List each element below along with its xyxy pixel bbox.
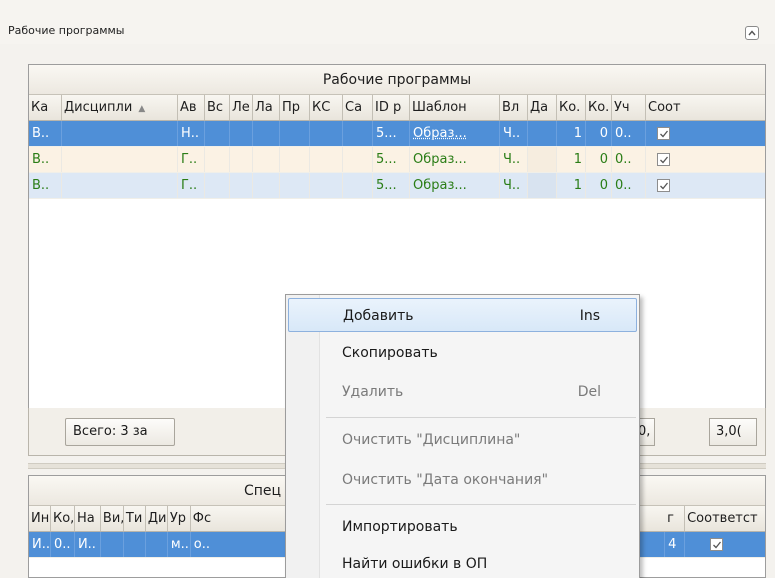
menu-item-import[interactable]: Импортировать [288, 510, 637, 544]
menu-item-delete[interactable]: Удалить Del [288, 375, 637, 409]
menu-item-copy[interactable]: Скопировать [288, 336, 637, 370]
col-header-le[interactable]: Ле [230, 95, 253, 120]
menu-item-add[interactable]: Добавить Ins [288, 298, 637, 332]
menu-separator [326, 417, 636, 418]
menu-item-clear-end-date[interactable]: Очистить "Дата окончания" [288, 463, 637, 497]
checkbox-icon[interactable] [657, 127, 670, 140]
checkbox-icon[interactable] [710, 538, 724, 551]
table-row[interactable]: В.. Г.. 5... Образ... Ч.. 1 0 0.. [29, 147, 765, 173]
col-header-sootv[interactable]: Соот [646, 95, 685, 120]
table-row[interactable]: В.. Г.. 5... Образ... Ч.. 1 0 0.. [29, 173, 765, 199]
col-header[interactable]: Ви, [101, 506, 124, 531]
col-header-discipline[interactable]: Дисципли ▲ [62, 95, 178, 120]
col-header-ks[interactable]: КС [310, 95, 343, 120]
col-header-ko2[interactable]: Ко. [586, 95, 612, 120]
col-header[interactable]: Ур [168, 506, 191, 531]
panel-title: Рабочие программы [8, 24, 125, 37]
col-header-uch[interactable]: Уч [612, 95, 646, 120]
menu-separator [326, 504, 636, 505]
context-menu: Добавить Ins Скопировать Удалить Del Очи… [285, 294, 640, 578]
menu-item-clear-discipline[interactable]: Очистить "Дисциплина" [288, 423, 637, 457]
col-header[interactable]: Ти [124, 506, 146, 531]
col-header-pr[interactable]: Пр [280, 95, 310, 120]
col-header-vs[interactable]: Вс [205, 95, 230, 120]
col-header-ko1[interactable]: Ко. [557, 95, 586, 120]
col-header[interactable]: Фс [191, 506, 286, 531]
col-header-da[interactable]: Да [528, 95, 557, 120]
col-header[interactable]: Ин [29, 506, 51, 531]
col-header[interactable]: Ко, [51, 506, 75, 531]
col-header-id[interactable]: ID р [373, 95, 410, 120]
checkbox-icon[interactable] [657, 153, 670, 166]
col-header-av[interactable]: Ав [178, 95, 205, 120]
checkbox-icon[interactable] [657, 179, 670, 192]
col-header-vl[interactable]: Вл [500, 95, 528, 120]
col-header-sa[interactable]: Са [343, 95, 373, 120]
col-header[interactable]: г [665, 506, 686, 531]
col-header[interactable]: Соответст [685, 506, 765, 531]
panel-header: Рабочие программы [0, 0, 775, 44]
col-header-ka[interactable]: Ка [29, 95, 62, 120]
table-row[interactable]: В.. Н.. 5... Образ... Ч.. 1 0 0.. [29, 121, 765, 147]
col-header[interactable]: На [75, 506, 101, 531]
footer-summary-2: 3,0( [709, 418, 757, 446]
col-header-la[interactable]: Ла [253, 95, 280, 120]
grid-caption: Рабочие программы [29, 65, 765, 95]
grid-header-row: Ка Дисципли ▲ Ав Вс Ле Ла Пр КС Са ID р Ш… [29, 95, 765, 121]
chevron-up-icon[interactable] [745, 26, 759, 40]
menu-item-find-errors[interactable]: Найти ошибки в ОП [288, 547, 637, 578]
col-header-template[interactable]: Шаблон [410, 95, 500, 120]
sort-ascending-icon: ▲ [138, 104, 146, 114]
total-records-label: Всего: 3 за [65, 418, 175, 446]
col-header[interactable]: Ди [146, 506, 168, 531]
